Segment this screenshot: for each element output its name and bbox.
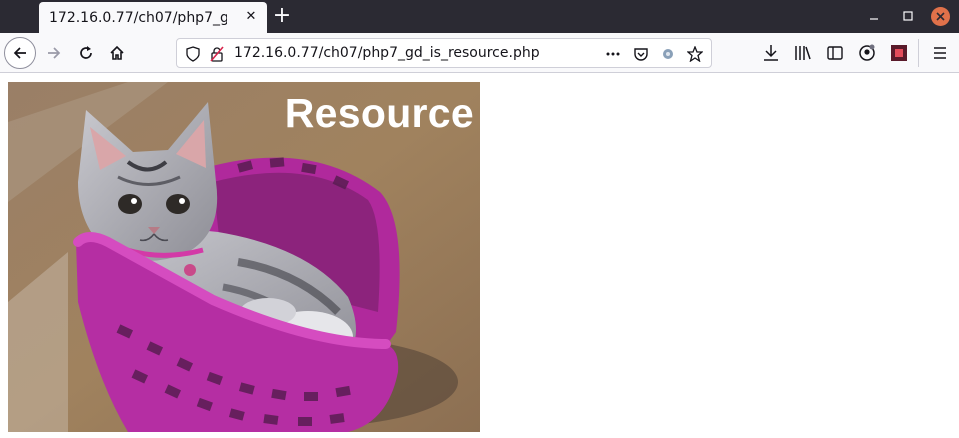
addon-icon[interactable] [889, 43, 909, 63]
url-text: 172.16.0.77/ch07/php7_gd_is_resource.php [234, 45, 540, 61]
sidebar-icon[interactable] [825, 43, 845, 63]
extension-icon[interactable] [660, 46, 676, 62]
image-caption: Resource [284, 90, 474, 136]
bookmark-star-icon[interactable] [687, 46, 703, 62]
reload-icon[interactable] [70, 37, 102, 69]
maximize-icon[interactable] [900, 8, 916, 24]
home-icon[interactable] [101, 37, 133, 69]
insecure-lock-icon[interactable] [209, 46, 225, 62]
hamburger-menu-icon[interactable] [930, 43, 950, 63]
tab-strip: 172.16.0.77/ch07/php7_gd_ ✕ + [0, 0, 959, 33]
pocket-icon[interactable] [633, 46, 649, 62]
toolbar-separator [918, 39, 919, 67]
tab-active[interactable]: 172.16.0.77/ch07/php7_gd_ ✕ [39, 2, 267, 33]
tab-title: 172.16.0.77/ch07/php7_gd_ [49, 9, 227, 26]
download-icon[interactable] [761, 43, 781, 63]
more-dots-icon[interactable] [605, 46, 621, 62]
cat-in-basket-image: Resource [8, 82, 480, 432]
minimize-icon[interactable] [866, 8, 882, 24]
shield-icon[interactable] [185, 46, 201, 62]
plus-icon[interactable]: + [270, 4, 294, 28]
forward-arrow-icon[interactable] [38, 37, 70, 69]
page-content: Resource [0, 74, 959, 438]
url-bar[interactable]: 172.16.0.77/ch07/php7_gd_is_resource.php [176, 38, 712, 68]
library-icon[interactable] [793, 43, 813, 63]
back-arrow-icon[interactable] [4, 37, 36, 69]
close-icon[interactable]: ✕ [244, 10, 258, 24]
account-icon[interactable] [857, 43, 877, 63]
nav-toolbar: 172.16.0.77/ch07/php7_gd_is_resource.php [0, 33, 959, 73]
window-close-icon[interactable] [931, 7, 950, 26]
